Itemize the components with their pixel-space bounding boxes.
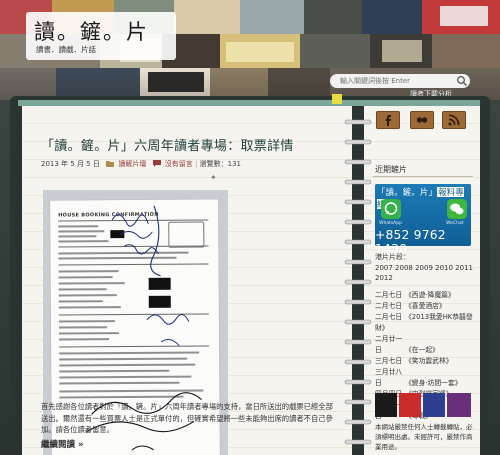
binder-ring xyxy=(344,439,372,445)
post-comments-link[interactable]: 沒有留言 xyxy=(165,160,193,168)
recent-title[interactable]: 《在一起》 xyxy=(405,346,439,354)
post-date: 2013 年 5 月 5 日 xyxy=(41,160,100,168)
search-icon[interactable] xyxy=(456,75,468,87)
folder-icon xyxy=(106,161,115,167)
post-excerpt: 首先感謝各位讀者對於「讀。鏟。片」六周年讀者專場的支持，當日所送出的戲票已經全部… xyxy=(41,402,333,435)
post-views: 瀏覽數：131 xyxy=(199,160,241,168)
wechat-icon xyxy=(447,199,467,219)
post-title[interactable]: 「讀。鏟。片」六周年讀者專場：取票詳情 xyxy=(41,135,341,154)
recent-date: 二月七日 xyxy=(375,302,403,310)
recent-date: 二月七日 xyxy=(375,313,403,321)
binder-ring xyxy=(344,359,372,365)
post-category-link[interactable]: 讀鏟片壇 xyxy=(118,160,146,168)
post-meta: 2013 年 5 月 5 日 讀鏟片壇 沒有留言 | 瀏覽數：131 xyxy=(41,159,241,169)
binder-ring xyxy=(344,139,372,145)
partner-badge[interactable] xyxy=(447,393,471,417)
binder-ring xyxy=(344,179,372,185)
list-item[interactable]: 二月七日 《喜愛酒店》 xyxy=(375,301,475,312)
partner-badge[interactable] xyxy=(399,393,421,417)
hotline-title-text: 「讀。鏟。片」 xyxy=(377,187,438,197)
list-item[interactable]: 二月七日 《西遊‧降魔篇》 xyxy=(375,290,475,301)
bookmark-ribbon xyxy=(332,94,342,104)
whatsapp-label: WhatsApp xyxy=(379,221,402,226)
binder-ring xyxy=(344,379,372,385)
binder-ring xyxy=(344,419,372,425)
recent-title[interactable]: 《西遊‧降魔篇》 xyxy=(405,291,455,299)
binder-ring xyxy=(344,119,372,125)
whatsapp-icon xyxy=(381,199,401,219)
list-item[interactable]: 二月廿一日 《在一起》 xyxy=(375,334,475,356)
partner-badge[interactable] xyxy=(375,393,397,417)
flickr-button[interactable] xyxy=(410,111,434,129)
binder-ring xyxy=(344,159,372,165)
recent-title[interactable]: 《變身‧坊間一套》 xyxy=(405,379,462,387)
flickr-icon xyxy=(416,117,428,123)
read-more-link[interactable]: 繼續閱讀 » xyxy=(41,438,83,450)
partner-badge[interactable] xyxy=(423,393,445,417)
site-title[interactable]: 讀。鏟。片 xyxy=(34,16,149,46)
binder-ring xyxy=(344,339,372,345)
list-item[interactable]: 三月七日 《笑功震武林》 xyxy=(375,356,475,367)
recent-date: 二月廿一日 xyxy=(375,335,403,354)
copyright-note: 本網站嚴禁任何人士轉載轉貼，必須標明出處。未經許可，嚴禁作商業用途。 xyxy=(375,423,473,451)
binder-ring xyxy=(344,219,372,225)
archive-years[interactable]: 2007 2008 2009 2010 2011 2012 xyxy=(375,263,475,283)
recent-date: 二月七日 xyxy=(375,291,403,299)
list-item[interactable]: 三月廿八日 《變身‧坊間一套》 xyxy=(375,367,475,389)
recent-date: 三月廿八日 xyxy=(375,368,403,387)
facebook-icon xyxy=(385,115,391,126)
list-item[interactable]: 二月七日 《2013我愛HK恭囍發財》 xyxy=(375,312,475,334)
facebook-button[interactable] xyxy=(376,111,400,129)
binder-ring xyxy=(344,399,372,405)
wechat-label: WeChat xyxy=(446,221,464,226)
recent-date: 三月七日 xyxy=(375,357,403,365)
site-header: 讀。鏟。片 讀書．讀戲．片話 讀者下載分析 xyxy=(0,0,500,100)
sidebar-rule xyxy=(373,176,473,177)
sidebar-heading: 近期鏟片 xyxy=(375,165,407,174)
binder-ring xyxy=(344,199,372,205)
site-tagline: 讀書．讀戲．片話 xyxy=(36,45,96,54)
search-input[interactable] xyxy=(330,74,470,88)
recent-title[interactable]: 《喜愛酒店》 xyxy=(405,302,446,310)
partner-badges xyxy=(375,393,471,417)
binder-ring xyxy=(344,319,372,325)
meta-separator: | xyxy=(195,160,198,168)
archive-label: 港片片段： xyxy=(375,253,410,261)
rss-button[interactable] xyxy=(442,111,466,129)
recent-title[interactable]: 《笑功震武林》 xyxy=(405,357,453,365)
binder-ring xyxy=(344,239,372,245)
binder-ring xyxy=(344,299,372,305)
comment-icon xyxy=(152,160,161,167)
binder-ring xyxy=(344,259,372,265)
binder-ring xyxy=(344,279,372,285)
post-divider-star: ✦ xyxy=(210,173,217,182)
rss-icon xyxy=(448,114,460,126)
